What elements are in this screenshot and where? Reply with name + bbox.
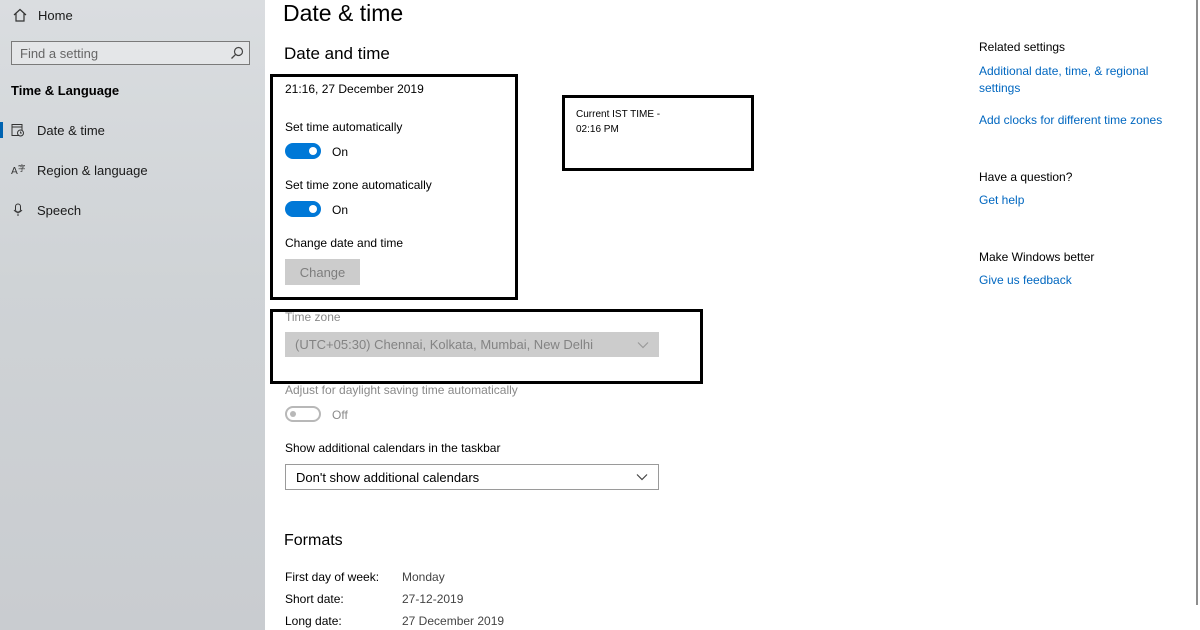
sidebar-item-label: Date & time <box>37 122 105 138</box>
annotation-frame-timezone <box>270 309 703 384</box>
section-title-date-time: Date and time <box>284 44 390 63</box>
add-clocks-link[interactable]: Add clocks for different time zones <box>979 113 1162 127</box>
format-label-long-date: Long date: <box>285 614 342 628</box>
sidebar-item-label: Speech <box>37 202 82 218</box>
sidebar-item-region-language[interactable]: A 字 Region & language <box>0 159 265 181</box>
sidebar-item-home[interactable]: Home <box>12 6 73 24</box>
formats-title: Formats <box>284 532 343 549</box>
annotation-line-2: 02:16 PM <box>576 124 619 135</box>
sidebar-section-title: Time & Language <box>11 83 120 98</box>
search-icon[interactable] <box>230 46 244 60</box>
svg-text:字: 字 <box>18 163 25 173</box>
calendars-label: Show additional calendars in the taskbar <box>285 441 501 455</box>
search-box[interactable] <box>11 41 250 65</box>
calendars-select[interactable]: Don't show additional calendars <box>285 464 659 490</box>
annotation-line-1: Current IST TIME - <box>576 109 661 120</box>
related-settings-title: Related settings <box>979 40 1066 54</box>
annotation-frame-datetime <box>270 74 518 300</box>
sidebar: Home Time & Language Date & time A 字 Reg… <box>0 0 265 630</box>
sidebar-home-label: Home <box>38 7 73 23</box>
svg-text:A: A <box>11 166 18 177</box>
additional-settings-link[interactable]: Additional date, time, & regional settin… <box>979 63 1184 97</box>
sidebar-item-date-time[interactable]: Date & time <box>0 119 265 141</box>
page-title: Date & time <box>283 0 404 26</box>
daylight-state: Off <box>332 408 348 422</box>
search-input[interactable] <box>12 43 230 63</box>
format-value-short-date: 27-12-2019 <box>402 592 464 606</box>
make-windows-better-title: Make Windows better <box>979 250 1095 264</box>
sidebar-item-label: Region & language <box>37 162 148 178</box>
daylight-toggle[interactable] <box>285 406 321 422</box>
annotation-ist-text: Current IST TIME - 02:16 PM <box>576 107 660 137</box>
get-help-link[interactable]: Get help <box>979 193 1024 207</box>
microphone-icon <box>13 203 23 216</box>
sidebar-item-speech[interactable]: Speech <box>0 199 265 221</box>
daylight-label: Adjust for daylight saving time automati… <box>285 383 518 397</box>
region-language-icon: A 字 <box>11 163 25 177</box>
scrollbar[interactable] <box>1196 0 1198 605</box>
calendars-value: Don't show additional calendars <box>296 469 480 485</box>
format-value-long-date: 27 December 2019 <box>402 614 505 628</box>
question-title: Have a question? <box>979 170 1073 184</box>
date-time-icon <box>11 124 24 137</box>
feedback-link[interactable]: Give us feedback <box>979 273 1072 287</box>
chevron-down-icon <box>636 474 648 481</box>
home-icon <box>13 8 27 22</box>
format-label-first-day: First day of week: <box>285 570 380 584</box>
format-label-short-date: Short date: <box>285 592 344 606</box>
format-value-first-day: Monday <box>402 570 445 584</box>
